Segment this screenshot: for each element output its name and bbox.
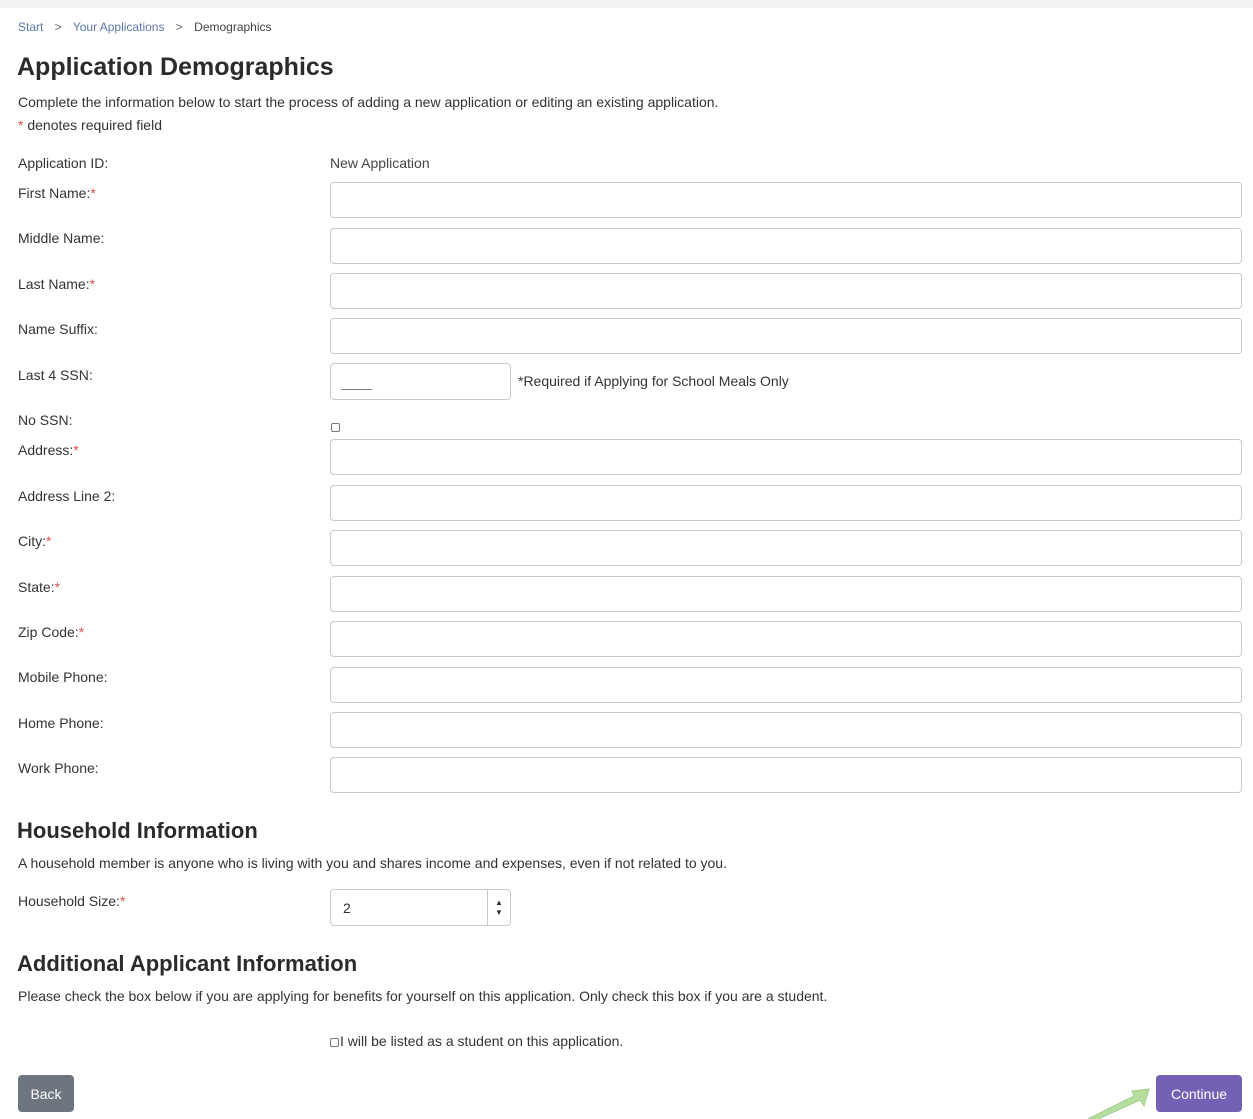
middle-name-input[interactable] [330,228,1242,264]
student-checkbox-row[interactable]: I will be listed as a student on this ap… [330,1033,623,1049]
green-arrow-icon [1087,1088,1150,1119]
breadcrumb-separator: > [54,20,62,34]
name-suffix-input[interactable] [330,318,1242,354]
required-note: * denotes required field [18,117,162,133]
required-asterisk: * [119,893,126,909]
work-phone-label: Work Phone: [18,760,99,776]
required-asterisk: * [73,442,79,458]
stepper-arrows[interactable]: ▲ ▼ [487,890,510,925]
required-asterisk: * [90,185,96,201]
required-asterisk: * [54,579,61,595]
breadcrumb-your-applications-link[interactable]: Your Applications [73,20,165,34]
no-ssn-checkbox[interactable] [331,423,340,432]
additional-info-heading: Additional Applicant Information [17,951,358,976]
household-size-stepper[interactable]: 2 ▲ ▼ [330,889,511,926]
breadcrumb-start-link[interactable]: Start [18,20,43,34]
breadcrumb-separator: > [175,20,183,34]
top-shade [0,0,1253,8]
last-name-label: Last Name:* [18,276,95,292]
intro-text: Complete the information below to start … [18,94,719,110]
continue-button[interactable]: Continue [1156,1075,1242,1112]
last4-ssn-input[interactable] [330,363,511,400]
first-name-input[interactable] [330,182,1242,218]
spinner-down-icon[interactable]: ▼ [495,908,503,918]
mobile-phone-input[interactable] [330,667,1242,703]
required-asterisk: * [89,276,96,292]
back-button[interactable]: Back [18,1075,74,1112]
address-label: Address:* [18,442,79,458]
name-suffix-label: Name Suffix: [18,321,98,337]
required-asterisk: * [78,624,85,640]
additional-info-description: Please check the box below if you are ap… [18,988,828,1004]
household-size-label: Household Size:* [18,893,125,909]
breadcrumb-current: Demographics [194,20,272,34]
required-asterisk: * [46,533,52,549]
city-label: City:* [18,533,51,549]
student-checkbox-label[interactable]: I will be listed as a student on this ap… [340,1033,623,1049]
mobile-phone-label: Mobile Phone: [18,669,108,685]
home-phone-label: Home Phone: [18,715,104,731]
household-size-value: 2 [343,900,351,916]
city-input[interactable] [330,530,1242,566]
household-description: A household member is anyone who is livi… [18,855,727,871]
breadcrumb: Start > Your Applications > Demographics [18,20,272,34]
ssn-required-note: *Required if Applying for School Meals O… [518,373,789,389]
household-heading: Household Information [17,818,258,843]
first-name-label-text: First Name: [18,185,91,201]
address-line2-label: Address Line 2: [18,488,116,504]
home-phone-input[interactable] [330,712,1242,748]
last-name-input[interactable] [330,273,1242,309]
address-line2-input[interactable] [330,485,1242,521]
household-size-label-text: Household Size: [18,893,120,909]
zip-code-label-text: Zip Code: [18,624,79,640]
no-ssn-label: No SSN: [18,412,73,428]
state-label-text: State: [18,579,55,595]
required-note-text: denotes required field [23,117,162,133]
first-name-label: First Name:* [18,185,96,201]
middle-name-label: Middle Name: [18,230,105,246]
state-label: State:* [18,579,60,595]
zip-code-label: Zip Code:* [18,624,84,640]
city-label-text: City: [18,533,46,549]
work-phone-input[interactable] [330,757,1242,793]
state-input[interactable] [330,576,1242,612]
zip-code-input[interactable] [330,621,1242,657]
last-name-label-text: Last Name: [18,276,90,292]
application-id-value: New Application [330,155,430,171]
address-label-text: Address: [18,442,74,458]
address-input[interactable] [330,439,1242,475]
page-title: Application Demographics [17,53,334,81]
application-id-label: Application ID: [18,155,109,171]
last4-ssn-label: Last 4 SSN: [18,367,93,383]
student-checkbox[interactable] [330,1037,339,1047]
spinner-up-icon[interactable]: ▲ [495,898,503,908]
